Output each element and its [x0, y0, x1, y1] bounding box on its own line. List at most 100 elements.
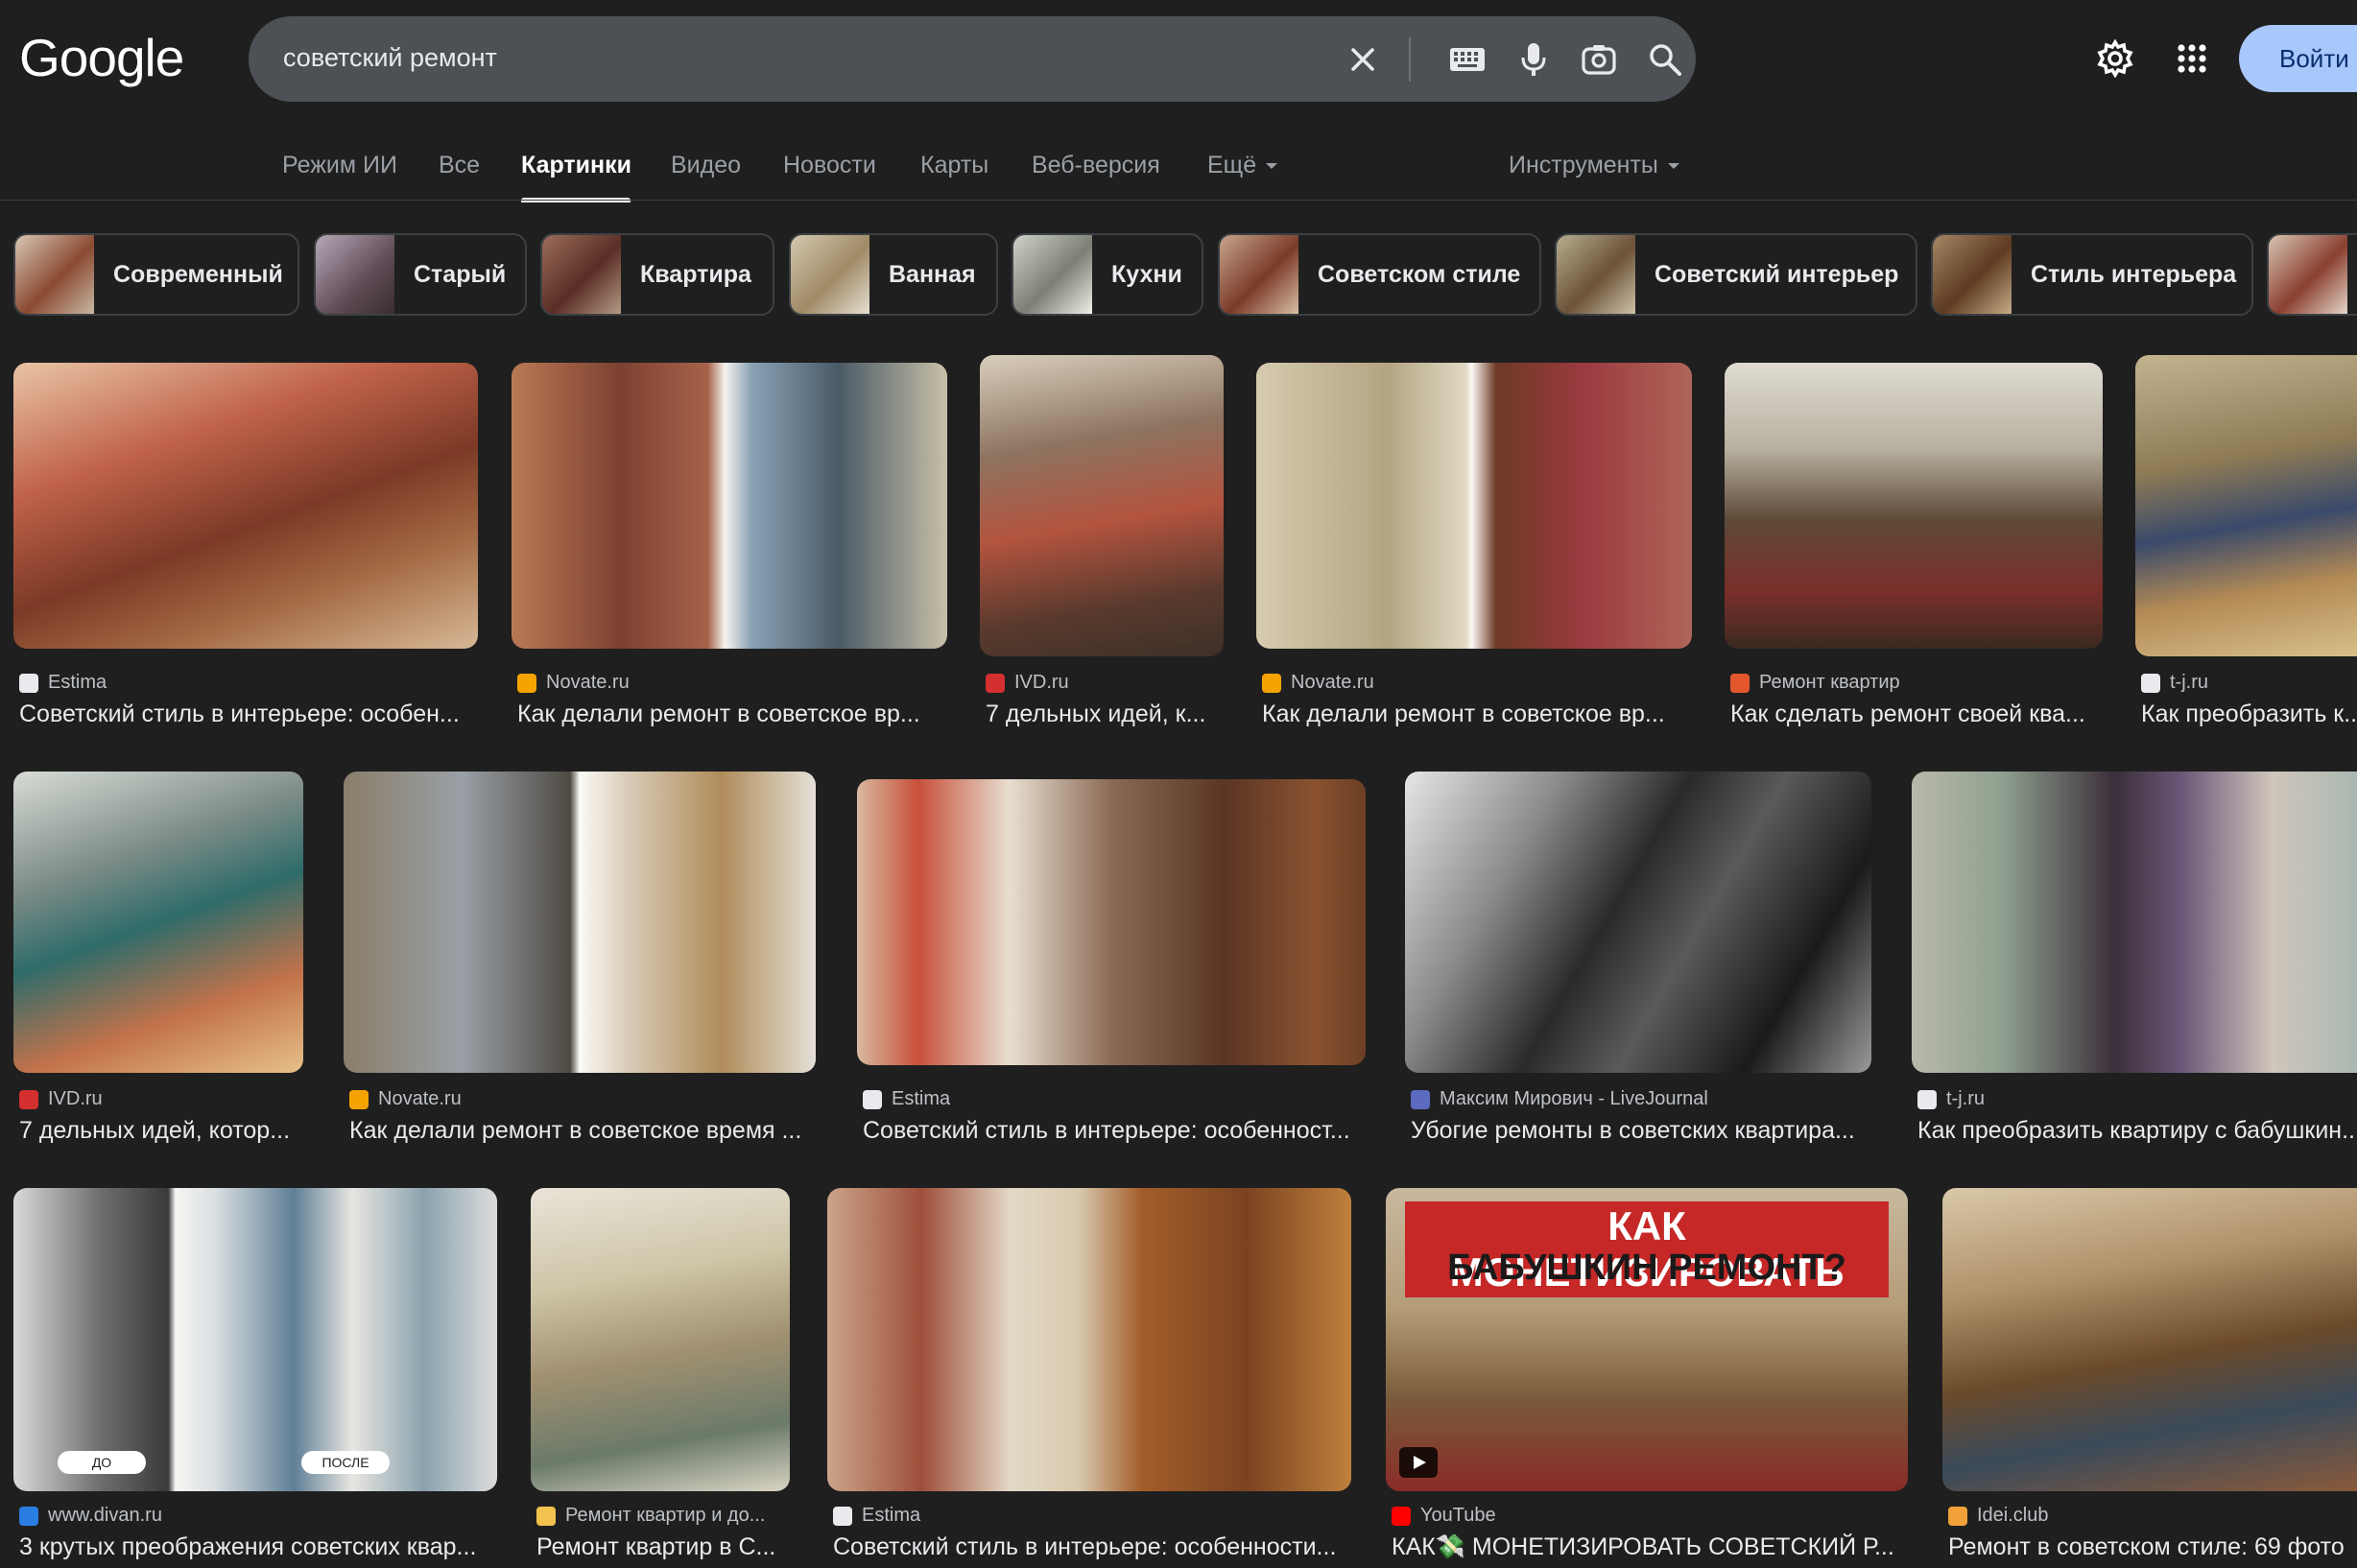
source-favicon-icon — [863, 1089, 882, 1109]
result-source[interactable]: www.divan.ru — [19, 1505, 162, 1527]
result-title[interactable]: Убогие ремонты в советских квартира... — [1411, 1117, 1877, 1145]
result-source[interactable]: IVD.ru — [19, 1088, 103, 1110]
image-result[interactable]: Ремонт квартир Как сделать ремонт своей … — [1725, 363, 2103, 747]
tab-news[interactable]: Новости — [783, 152, 876, 179]
image-result[interactable]: Ремонт квартир и до... Ремонт квартир в … — [531, 1188, 790, 1568]
result-source[interactable]: Estima — [863, 1088, 950, 1110]
search-box[interactable]: советский ремонт — [249, 16, 1696, 102]
image-result[interactable]: IVD.ru 7 дельных идей, к... — [980, 355, 1224, 747]
google-logo[interactable]: Google — [19, 27, 184, 88]
result-title[interactable]: Ремонт в советском стиле: 69 фото — [1948, 1533, 2357, 1561]
result-source[interactable]: Novate.ru — [517, 672, 630, 694]
result-source[interactable]: Ремонт квартир и до... — [536, 1505, 765, 1527]
source-favicon-icon — [1917, 1089, 1937, 1109]
result-title[interactable]: КАК💸 МОНЕТИЗИРОВАТЬ СОВЕТСКИЙ Р... — [1392, 1533, 1914, 1561]
result-image[interactable] — [1256, 363, 1692, 649]
result-source[interactable]: YouTube — [1392, 1505, 1496, 1527]
image-result[interactable]: ДО ПОСЛЕ www.divan.ru 3 крутых преображе… — [13, 1188, 497, 1568]
result-image[interactable] — [827, 1188, 1351, 1491]
voice-search-icon[interactable] — [1512, 37, 1556, 82]
result-image[interactable]: КАК МОНЕТИЗИРОВАТЬ БАБУШКИН РЕМОНТ? — [1386, 1188, 1908, 1491]
image-result[interactable]: Estima Советский стиль в интерьере: особ… — [857, 779, 1366, 1159]
result-title[interactable]: Ремонт квартир в С... — [536, 1533, 796, 1561]
result-source[interactable]: Estima — [19, 672, 107, 694]
result-image[interactable] — [1942, 1188, 2357, 1491]
result-title[interactable]: Как делали ремонт в советское вр... — [1262, 701, 1698, 728]
chip-kitchens[interactable]: Кухни — [1012, 233, 1203, 316]
image-result[interactable]: Idei.club Ремонт в советском стиле: 69 ф… — [1942, 1188, 2357, 1568]
image-result[interactable]: КАК МОНЕТИЗИРОВАТЬ БАБУШКИН РЕМОНТ? YouT… — [1386, 1188, 1908, 1568]
result-title[interactable]: Как делали ремонт в советское время ... — [349, 1117, 821, 1145]
result-image[interactable] — [1405, 772, 1871, 1073]
result-source[interactable]: Максим Мирович - LiveJournal — [1411, 1088, 1708, 1110]
image-result[interactable]: Максим Мирович - LiveJournal Убогие ремо… — [1405, 772, 1871, 1159]
source-name: Estima — [862, 1505, 921, 1526]
result-title[interactable]: 7 дельных идей, котор... — [19, 1117, 309, 1145]
result-source[interactable]: Estima — [833, 1505, 920, 1527]
result-title[interactable]: 3 крутых преображения советских квар... — [19, 1533, 503, 1561]
result-title[interactable]: Как преобразить к... — [2141, 701, 2357, 728]
result-image[interactable]: ДО ПОСЛЕ — [13, 1188, 497, 1491]
tools-button[interactable]: Инструменты — [1509, 152, 1679, 179]
tab-more[interactable]: Ещё — [1207, 152, 1278, 179]
result-title[interactable]: Как делали ремонт в советское вр... — [517, 701, 953, 728]
result-title[interactable]: Советский стиль в интерьере: особенност.… — [863, 1117, 1371, 1145]
result-source[interactable]: IVD.ru — [986, 672, 1069, 694]
chip-soviet-style[interactable]: Советском стиле — [1218, 233, 1541, 316]
image-result[interactable]: Estima Советский стиль в интерьере: особ… — [827, 1188, 1351, 1568]
keyboard-icon[interactable] — [1445, 37, 1489, 82]
source-favicon-icon — [1730, 673, 1750, 693]
chip-soviet-interior[interactable]: Советский интерьер — [1555, 233, 1917, 316]
result-source[interactable]: Idei.club — [1948, 1505, 2049, 1527]
result-title[interactable]: 7 дельных идей, к... — [986, 701, 1229, 728]
tab-ai-mode[interactable]: Режим ИИ — [282, 152, 397, 179]
image-result[interactable]: Estima Советский стиль в интерьере: особ… — [13, 363, 478, 747]
result-image[interactable] — [531, 1188, 790, 1491]
source-name: Максим Мирович - LiveJournal — [1440, 1088, 1708, 1109]
chip-interior-style[interactable]: Стиль интерьера — [1931, 233, 2253, 316]
image-result[interactable]: t-j.ru Как преобразить к... — [2135, 355, 2357, 747]
lens-camera-icon[interactable] — [1577, 37, 1621, 82]
result-image[interactable] — [512, 363, 947, 649]
image-result[interactable]: Novate.ru Как делали ремонт в советское … — [1256, 363, 1692, 747]
tab-images[interactable]: Картинки — [521, 152, 631, 179]
result-source[interactable]: Novate.ru — [1262, 672, 1374, 694]
result-title[interactable]: Советский стиль в интерьере: особен... — [19, 701, 484, 728]
result-image[interactable] — [1725, 363, 2103, 649]
search-input[interactable]: советский ремонт — [283, 43, 497, 73]
result-image[interactable] — [2135, 355, 2357, 656]
chip-apartment[interactable]: Квартира — [540, 233, 774, 316]
tab-maps[interactable]: Карты — [920, 152, 988, 179]
result-title[interactable]: Советский стиль в интерьере: особенности… — [833, 1533, 1357, 1561]
chip-partial[interactable] — [2267, 233, 2357, 316]
chip-thumbnail — [1013, 235, 1092, 314]
chip-old[interactable]: Старый — [314, 233, 527, 316]
sign-in-button[interactable]: Войти — [2239, 25, 2357, 92]
chip-modern[interactable]: Современный — [13, 233, 299, 316]
result-title[interactable]: Как сделать ремонт своей ква... — [1730, 701, 2108, 728]
result-image[interactable] — [13, 772, 303, 1073]
clear-icon[interactable] — [1341, 37, 1385, 82]
chip-thumbnail — [15, 235, 94, 314]
result-image[interactable] — [857, 779, 1366, 1065]
search-icon[interactable] — [1643, 37, 1687, 82]
result-image[interactable] — [1912, 772, 2357, 1073]
result-source[interactable]: t-j.ru — [2141, 672, 2208, 694]
result-source[interactable]: Ремонт квартир — [1730, 672, 1900, 694]
result-image[interactable] — [980, 355, 1224, 656]
result-source[interactable]: t-j.ru — [1917, 1088, 1985, 1110]
image-result[interactable]: Novate.ru Как делали ремонт в советское … — [512, 363, 947, 747]
tab-all[interactable]: Все — [439, 152, 480, 179]
image-result[interactable]: IVD.ru 7 дельных идей, котор... — [13, 772, 303, 1159]
tab-web[interactable]: Веб-версия — [1032, 152, 1160, 179]
apps-grid-icon[interactable] — [2167, 34, 2217, 83]
result-image[interactable] — [344, 772, 816, 1073]
image-result[interactable]: Novate.ru Как делали ремонт в советское … — [344, 772, 816, 1159]
result-image[interactable] — [13, 363, 478, 649]
result-title[interactable]: Как преобразить квартиру с бабушкин... — [1917, 1117, 2357, 1145]
chip-bathroom[interactable]: Ванная — [789, 233, 998, 316]
result-source[interactable]: Novate.ru — [349, 1088, 462, 1110]
settings-gear-icon[interactable] — [2090, 34, 2140, 83]
image-result[interactable]: t-j.ru Как преобразить квартиру с бабушк… — [1912, 772, 2357, 1159]
tab-videos[interactable]: Видео — [671, 152, 741, 179]
